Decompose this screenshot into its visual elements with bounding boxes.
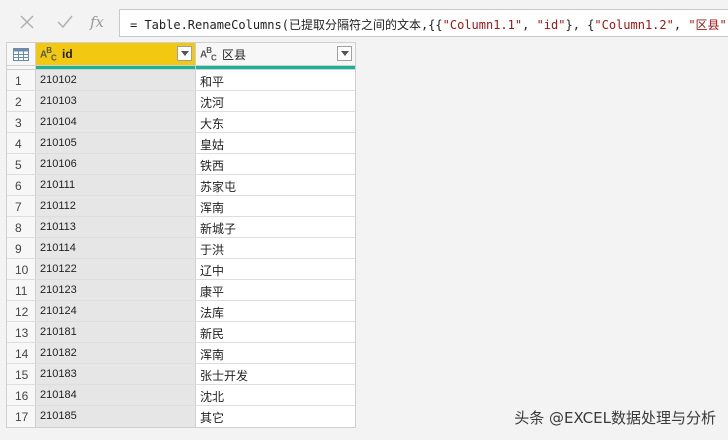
cell-district[interactable]: 皇姑: [196, 133, 355, 153]
cell-id[interactable]: 210184: [36, 385, 196, 405]
formula-input[interactable]: = Table.RenameColumns(已提取分隔符之间的文本,{{"Col…: [119, 9, 728, 37]
row-number[interactable]: 5: [7, 154, 36, 174]
table-row[interactable]: 4 210105 皇姑: [7, 133, 355, 154]
row-number[interactable]: 11: [7, 280, 36, 300]
cell-district[interactable]: 于洪: [196, 238, 355, 258]
cell-id[interactable]: 210111: [36, 175, 196, 195]
cell-id[interactable]: 210113: [36, 217, 196, 237]
row-number[interactable]: 3: [7, 112, 36, 132]
table-row[interactable]: 14 210182 浑南: [7, 343, 355, 364]
table-row[interactable]: 10 210122 辽中: [7, 259, 355, 280]
cell-district[interactable]: 浑南: [196, 343, 355, 363]
grid-header: ABC id ABC 区县: [7, 43, 355, 66]
row-number[interactable]: 2: [7, 91, 36, 111]
column-header-district[interactable]: ABC 区县: [196, 43, 355, 65]
row-number[interactable]: 6: [7, 175, 36, 195]
formula-text: ,: [522, 18, 537, 32]
table-row[interactable]: 6 210111 苏家屯: [7, 175, 355, 196]
row-number[interactable]: 17: [7, 406, 36, 427]
table-row[interactable]: 16 210184 沈北: [7, 385, 355, 406]
row-number[interactable]: 4: [7, 133, 36, 153]
table-row[interactable]: 3 210104 大东: [7, 112, 355, 133]
formula-string: "区县": [688, 18, 727, 32]
cell-district[interactable]: 其它: [196, 406, 355, 427]
cell-district[interactable]: 大东: [196, 112, 355, 132]
row-number[interactable]: 15: [7, 364, 36, 384]
quality-bar-district: [196, 66, 355, 69]
cell-id[interactable]: 210103: [36, 91, 196, 111]
row-number[interactable]: 14: [7, 343, 36, 363]
row-number[interactable]: 13: [7, 322, 36, 342]
table-row[interactable]: 9 210114 于洪: [7, 238, 355, 259]
table-row[interactable]: 1 210102 和平: [7, 70, 355, 91]
cell-district[interactable]: 浑南: [196, 196, 355, 216]
row-number[interactable]: 16: [7, 385, 36, 405]
formula-string: "id": [536, 18, 566, 32]
row-number[interactable]: 9: [7, 238, 36, 258]
formula-bar: fx = Table.RenameColumns(已提取分隔符之间的文本,{{"…: [0, 0, 728, 38]
close-icon[interactable]: [14, 9, 40, 35]
column-header-id[interactable]: ABC id: [36, 43, 196, 65]
cell-district[interactable]: 沈北: [196, 385, 355, 405]
text-type-icon[interactable]: ABC: [40, 46, 58, 62]
watermark: 头条 @EXCEL数据处理与分析: [514, 409, 716, 427]
cell-id[interactable]: 210182: [36, 343, 196, 363]
table-row[interactable]: 8 210113 新城子: [7, 217, 355, 238]
formula-string: "Column1.2": [594, 18, 674, 32]
cell-id[interactable]: 210114: [36, 238, 196, 258]
cell-district[interactable]: 张士开发: [196, 364, 355, 384]
cell-district[interactable]: 苏家屯: [196, 175, 355, 195]
row-number[interactable]: 1: [7, 70, 36, 90]
cell-id[interactable]: 210105: [36, 133, 196, 153]
cell-id[interactable]: 210122: [36, 259, 196, 279]
table-row[interactable]: 5 210106 铁西: [7, 154, 355, 175]
table-row[interactable]: 2 210103 沈河: [7, 91, 355, 112]
row-number[interactable]: 7: [7, 196, 36, 216]
formula-text: ,: [673, 18, 689, 32]
row-number[interactable]: 10: [7, 259, 36, 279]
cell-id[interactable]: 210183: [36, 364, 196, 384]
cell-id[interactable]: 210106: [36, 154, 196, 174]
formula-text: = Table.RenameColumns(已提取分隔符之间的文本,{{: [130, 18, 443, 32]
cell-district[interactable]: 法库: [196, 301, 355, 321]
cell-district[interactable]: 沈河: [196, 91, 355, 111]
table-row[interactable]: 11 210123 康平: [7, 280, 355, 301]
cell-id[interactable]: 210185: [36, 406, 196, 427]
text-type-icon[interactable]: ABC: [200, 46, 218, 62]
check-icon[interactable]: [52, 9, 78, 35]
cell-id[interactable]: 210112: [36, 196, 196, 216]
formula-text: }, {: [565, 18, 595, 32]
row-number[interactable]: 12: [7, 301, 36, 321]
formula-string: "Column1.1": [442, 18, 523, 32]
cell-id[interactable]: 210104: [36, 112, 196, 132]
column-header-label: id: [62, 47, 73, 61]
cell-district[interactable]: 新城子: [196, 217, 355, 237]
quality-bar-id: [36, 66, 196, 69]
cell-district[interactable]: 和平: [196, 70, 355, 90]
cell-district[interactable]: 辽中: [196, 259, 355, 279]
data-grid: ABC id ABC 区县 1 210102 和平 2 210103 沈河 3 210104 大…: [6, 42, 356, 428]
column-header-label: 区县: [222, 47, 247, 62]
cell-id[interactable]: 210123: [36, 280, 196, 300]
cell-district[interactable]: 康平: [196, 280, 355, 300]
cell-district[interactable]: 新民: [196, 322, 355, 342]
cell-id[interactable]: 210102: [36, 70, 196, 90]
table-row[interactable]: 7 210112 浑南: [7, 196, 355, 217]
grid-body: 1 210102 和平 2 210103 沈河 3 210104 大东 4 210105 皇姑 5 210…: [7, 70, 355, 427]
table-row[interactable]: 12 210124 法库: [7, 301, 355, 322]
table-row[interactable]: 17 210185 其它: [7, 406, 355, 427]
cell-id[interactable]: 210181: [36, 322, 196, 342]
cell-district[interactable]: 铁西: [196, 154, 355, 174]
cell-id[interactable]: 210124: [36, 301, 196, 321]
table-row[interactable]: 15 210183 张士开发: [7, 364, 355, 385]
table-menu-icon[interactable]: [7, 43, 36, 65]
row-number[interactable]: 8: [7, 217, 36, 237]
table-row[interactable]: 13 210181 新民: [7, 322, 355, 343]
chevron-down-icon[interactable]: [337, 46, 352, 61]
chevron-down-icon[interactable]: [177, 46, 192, 61]
fx-icon[interactable]: fx: [84, 9, 110, 35]
